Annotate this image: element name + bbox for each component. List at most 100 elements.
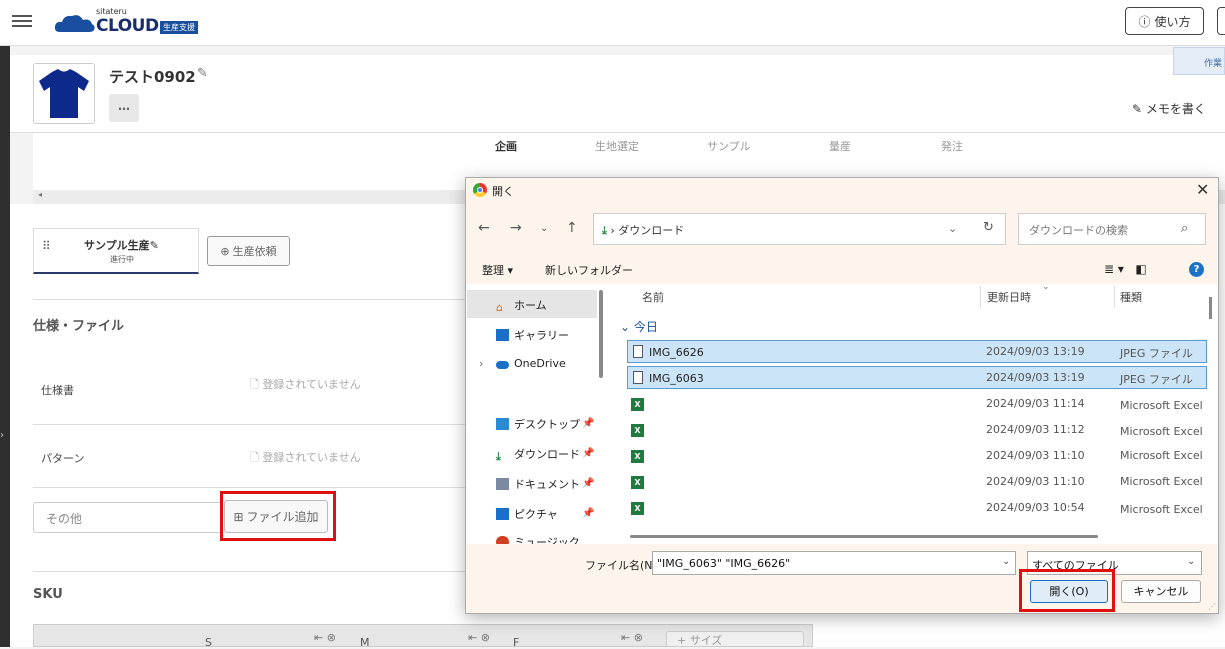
phase-order[interactable]: 発注 bbox=[941, 138, 963, 154]
scroll-left-icon[interactable]: ◂ bbox=[38, 190, 42, 199]
file-date: 2024/09/03 11:12 bbox=[986, 423, 1085, 436]
refresh-icon[interactable]: ↻ bbox=[983, 220, 994, 235]
forward-arrow-icon[interactable]: → bbox=[510, 220, 522, 236]
add-production-button[interactable]: ⊕ 生産依頼 bbox=[207, 236, 290, 266]
search-icon[interactable]: ⌕ bbox=[1181, 221, 1188, 236]
plus-circle-icon: ⊕ bbox=[220, 244, 230, 258]
tshirt-icon bbox=[39, 69, 89, 118]
sku-col-actions-icon[interactable]: ⇤ ⊗ bbox=[621, 631, 643, 644]
column-separator[interactable] bbox=[980, 286, 981, 308]
nav-scrollbar[interactable] bbox=[599, 290, 603, 378]
nav-item-documents[interactable]: ドキュメント bbox=[496, 476, 580, 492]
question-circle-icon: ⓘ bbox=[1138, 14, 1151, 29]
column-date[interactable]: 更新日時 bbox=[987, 289, 1031, 305]
nav-item-home[interactable]: ⌂ ホーム bbox=[496, 297, 547, 314]
divider bbox=[33, 299, 465, 300]
file-type: Microsoft Excel ワ bbox=[1120, 399, 1205, 412]
pattern-row-label: パターン bbox=[41, 452, 85, 465]
hamburger-menu-icon[interactable] bbox=[12, 12, 32, 28]
file-name[interactable]: X bbox=[631, 423, 650, 437]
filename-input[interactable]: "IMG_6063" "IMG_6626" bbox=[652, 551, 1016, 575]
help-button-label: 使い方 bbox=[1154, 14, 1191, 29]
more-options-button[interactable]: … bbox=[109, 94, 139, 122]
dialog-title: 開く bbox=[492, 185, 514, 198]
edge-button[interactable] bbox=[1217, 7, 1225, 35]
tab-sample-status: 進行中 bbox=[110, 255, 134, 264]
music-icon bbox=[496, 536, 509, 544]
spec-row-status: 🗋 登録されていません bbox=[250, 378, 361, 391]
nav-item-gallery[interactable]: ギャラリー bbox=[496, 327, 569, 343]
file-date: 2024/09/03 13:19 bbox=[986, 345, 1085, 358]
expand-chevron-icon[interactable]: › bbox=[479, 357, 483, 370]
organize-button[interactable]: 整理 ▾ bbox=[482, 262, 513, 278]
excel-file-icon: X bbox=[631, 476, 644, 489]
pin-icon[interactable]: 📌 bbox=[582, 508, 594, 519]
logo-subtext: sitateru bbox=[96, 7, 127, 16]
other-file-input[interactable]: その他 bbox=[33, 502, 223, 533]
excel-file-icon: X bbox=[631, 424, 644, 437]
recent-chevron-icon[interactable]: ⌄ bbox=[540, 223, 548, 234]
divider bbox=[33, 424, 465, 425]
file-date: 2024/09/03 11:10 bbox=[986, 449, 1085, 462]
search-input[interactable]: ダウンロードの検索 bbox=[1018, 213, 1206, 245]
left-sidebar-collapsed[interactable] bbox=[0, 46, 10, 647]
column-name[interactable]: 名前 bbox=[642, 289, 664, 305]
highlight-box bbox=[1019, 569, 1115, 612]
view-options-icon[interactable]: ≣ ▾ ◧ bbox=[1104, 262, 1147, 276]
sku-col-actions-icon[interactable]: ⇤ ⊗ bbox=[468, 631, 490, 644]
cloud-logo-icon bbox=[54, 15, 95, 32]
document-icon: 🗋 bbox=[250, 378, 263, 391]
dialog-titlebar bbox=[466, 178, 1218, 205]
column-separator[interactable] bbox=[1114, 286, 1115, 308]
nav-item-desktop[interactable]: デスクトップ bbox=[496, 416, 580, 432]
edit-pencil-icon[interactable]: ✎ bbox=[150, 239, 159, 252]
up-arrow-icon[interactable]: ↑ bbox=[566, 220, 578, 236]
file-type: Microsoft Excel C bbox=[1120, 475, 1205, 488]
help-icon[interactable]: ? bbox=[1189, 262, 1204, 277]
pin-icon[interactable]: 📌 bbox=[582, 418, 594, 429]
file-list-hscrollbar[interactable] bbox=[630, 535, 1098, 538]
drag-grip-icon[interactable]: ⠿ bbox=[42, 240, 51, 252]
phase-planning[interactable]: 企画 bbox=[495, 138, 517, 154]
write-memo-link[interactable]: ✎ メモを書く bbox=[1132, 100, 1206, 117]
help-button[interactable]: ⓘ 使い方 bbox=[1125, 7, 1204, 35]
cancel-button[interactable]: キャンセル bbox=[1121, 580, 1201, 603]
file-name[interactable]: X bbox=[631, 501, 650, 515]
chevron-right-icon[interactable]: › bbox=[0, 430, 4, 441]
close-icon[interactable]: ✕ bbox=[1196, 180, 1209, 199]
add-size-button[interactable]: + サイズ bbox=[666, 631, 804, 647]
new-folder-button[interactable]: 新しいフォルダー bbox=[545, 262, 633, 278]
group-header-today[interactable]: ⌄ 今日 bbox=[620, 318, 658, 335]
nav-item-downloads[interactable]: ⤓ ダウンロード bbox=[496, 446, 580, 463]
file-name[interactable]: X bbox=[631, 449, 650, 463]
file-name[interactable]: X bbox=[631, 397, 650, 411]
file-type: Microsoft Excel C bbox=[1120, 449, 1205, 462]
sort-chevron-icon: ⌄ bbox=[1042, 282, 1050, 292]
phase-sample[interactable]: サンプル bbox=[707, 138, 751, 154]
sku-col-actions-icon[interactable]: ⇤ ⊗ bbox=[314, 631, 336, 644]
column-type[interactable]: 種類 bbox=[1120, 289, 1142, 305]
chevron-down-icon[interactable]: ⌄ bbox=[1187, 556, 1195, 567]
gallery-icon bbox=[496, 329, 509, 341]
nav-item-music[interactable]: ミュージック bbox=[496, 534, 580, 544]
chevron-down-icon[interactable]: ⌄ bbox=[948, 222, 957, 235]
nav-item-onedrive[interactable]: OneDrive bbox=[496, 357, 566, 370]
pattern-row-status: 🗋 登録されていません bbox=[250, 451, 361, 464]
spec-section-title: 仕様・ファイル bbox=[33, 319, 125, 334]
nav-item-pictures[interactable]: ピクチャ bbox=[496, 506, 558, 522]
address-box[interactable]: ⤓ › ダウンロード bbox=[593, 213, 1006, 245]
file-name[interactable]: X bbox=[631, 475, 650, 489]
home-icon: ⌂ bbox=[496, 301, 503, 314]
pin-icon[interactable]: 📌 bbox=[582, 448, 594, 459]
resize-grip-icon[interactable]: ⋰ bbox=[1208, 602, 1216, 611]
phase-fabric[interactable]: 生地選定 bbox=[595, 138, 639, 154]
back-arrow-icon[interactable]: ← bbox=[478, 220, 490, 236]
pictures-icon bbox=[496, 508, 509, 520]
pin-icon[interactable]: 📌 bbox=[582, 478, 594, 489]
logo-text: CLOUD bbox=[96, 16, 159, 36]
work-side-tab[interactable]: 作業 bbox=[1173, 47, 1225, 75]
edit-pencil-icon[interactable]: ✎ bbox=[197, 66, 208, 81]
file-list-vscrollbar[interactable] bbox=[1209, 297, 1212, 319]
chevron-down-icon[interactable]: ⌄ bbox=[1002, 556, 1010, 567]
phase-mass-production[interactable]: 量産 bbox=[829, 138, 851, 154]
